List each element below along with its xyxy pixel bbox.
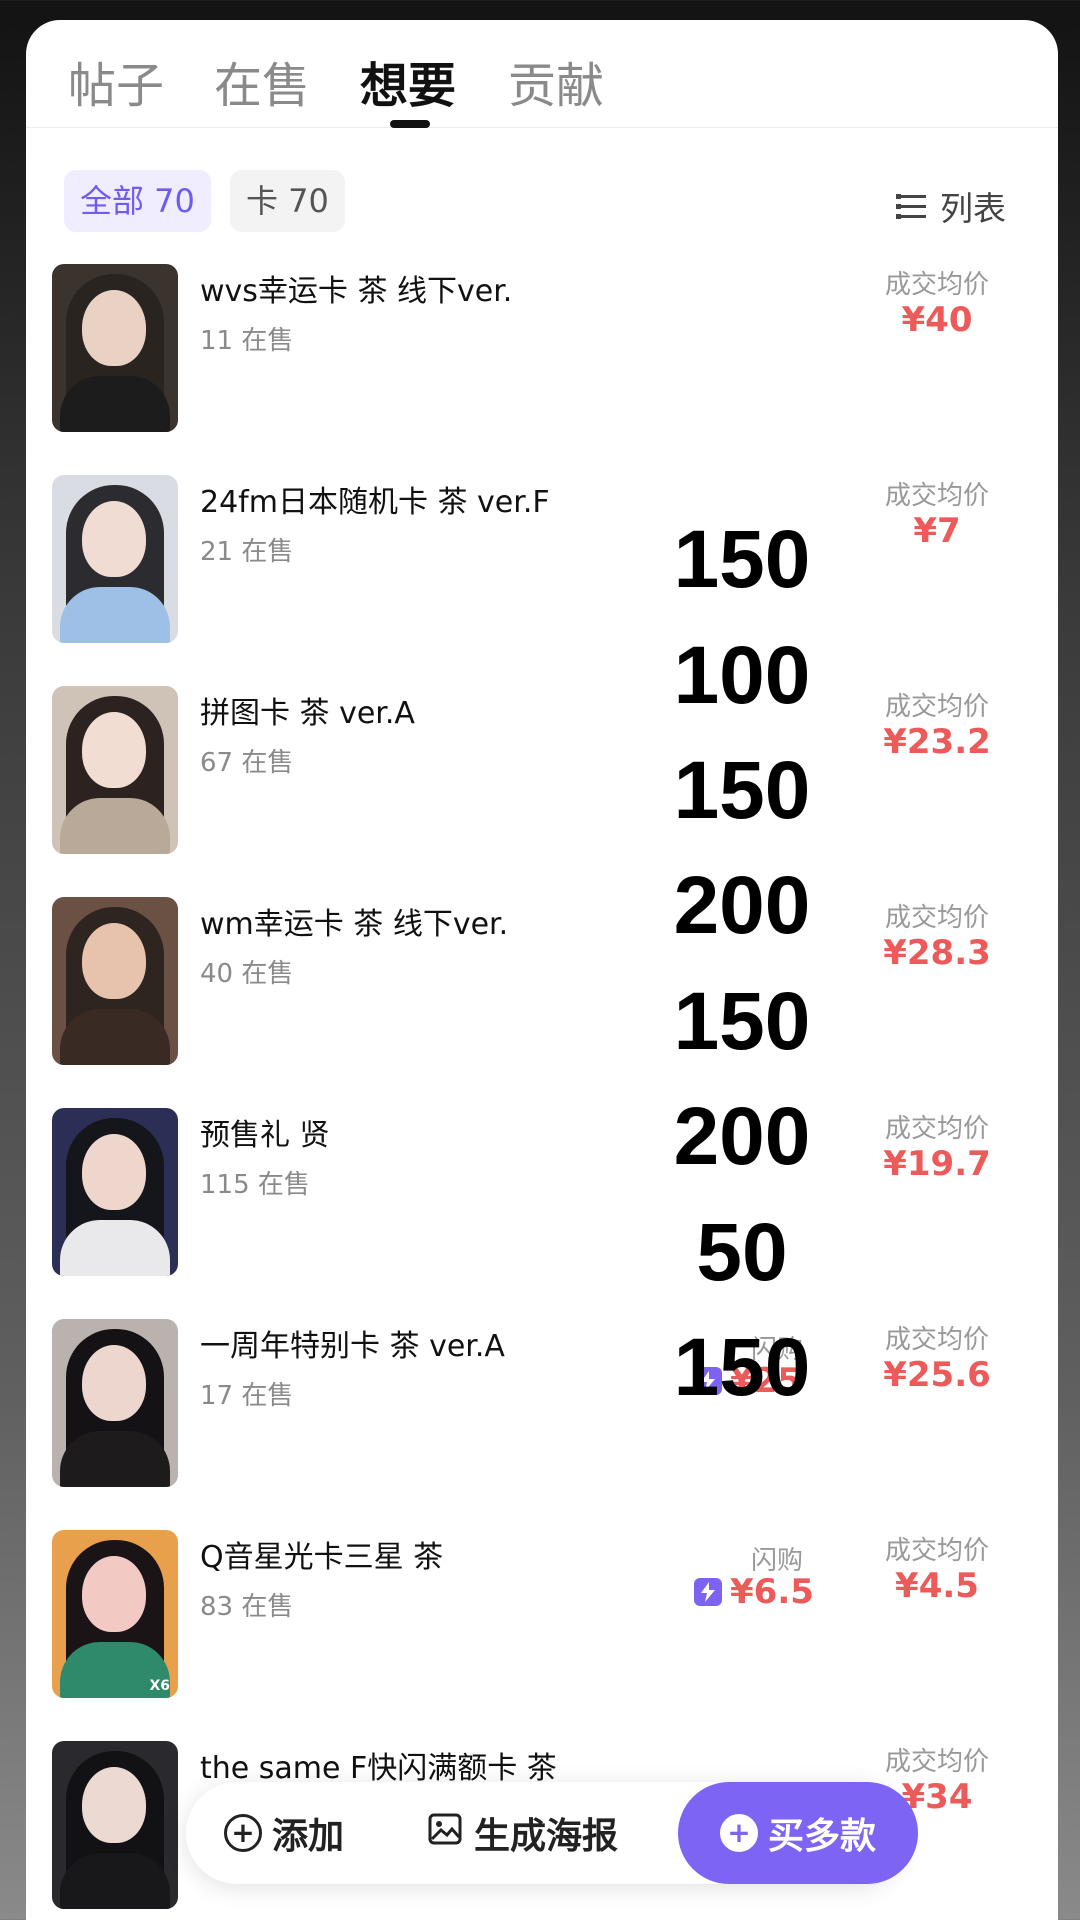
avg-price: ¥28.3 bbox=[883, 933, 991, 973]
overlay-number: 50 bbox=[696, 1207, 788, 1298]
avg-price: ¥7 bbox=[913, 511, 961, 551]
list-item[interactable]: 一周年特别卡 茶 ver.A 17 在售 闪购 ¥25 成交均价 ¥25.6 bbox=[26, 1319, 1058, 1529]
item-title: 预售礼 贤 bbox=[200, 1118, 330, 1153]
avg-price: ¥40 bbox=[901, 300, 973, 340]
overlay-number: 150 bbox=[673, 976, 811, 1067]
overlay-number: 100 bbox=[673, 630, 811, 721]
list-view-label: 列表 bbox=[940, 189, 1006, 228]
item-on-sale-count: 11 在售 bbox=[200, 326, 294, 356]
card-thumbnail bbox=[52, 897, 178, 1065]
avg-price: ¥23.2 bbox=[883, 722, 991, 762]
avg-price-label: 成交均价 bbox=[884, 270, 989, 300]
plus-circle-icon: + bbox=[719, 1814, 758, 1852]
card-thumbnail bbox=[52, 1741, 178, 1909]
active-tab-indicator bbox=[390, 120, 430, 128]
filter-chip-all[interactable]: 全部 70 bbox=[64, 170, 211, 232]
avg-price-label: 成交均价 bbox=[884, 481, 989, 511]
overlay-number: 200 bbox=[673, 1091, 811, 1182]
avg-price: ¥25.6 bbox=[883, 1355, 991, 1395]
card-thumbnail bbox=[52, 686, 178, 854]
plus-circle-icon: + bbox=[224, 1814, 262, 1852]
item-title: wvs幸运卡 茶 线下ver. bbox=[200, 274, 513, 309]
avg-price: ¥4.5 bbox=[895, 1566, 979, 1606]
list-item[interactable]: wm幸运卡 茶 线下ver. 40 在售 成交均价 ¥28.3 bbox=[26, 897, 1058, 1107]
bottom-action-bar: + 添加 生成海报 + 买多款 bbox=[186, 1782, 918, 1884]
card-tag: X6 bbox=[149, 1678, 170, 1694]
flash-price-value: ¥6.5 bbox=[730, 1572, 814, 1612]
filter-chip-card[interactable]: 卡 70 bbox=[230, 170, 345, 232]
avg-price-label: 成交均价 bbox=[884, 903, 989, 933]
avg-price-label: 成交均价 bbox=[884, 1114, 989, 1144]
avg-price-label: 成交均价 bbox=[884, 1747, 989, 1777]
item-title: 24fm日本随机卡 茶 ver.F bbox=[200, 485, 550, 520]
item-title: 一周年特别卡 茶 ver.A bbox=[200, 1329, 505, 1364]
add-button[interactable]: + 添加 bbox=[224, 1782, 344, 1884]
card-thumbnail bbox=[52, 475, 178, 643]
item-on-sale-count: 67 在售 bbox=[200, 748, 294, 778]
image-icon bbox=[428, 1813, 462, 1854]
generate-poster-button[interactable]: 生成海报 bbox=[428, 1782, 618, 1884]
tab-posts[interactable]: 帖子 bbox=[68, 56, 164, 116]
list-item[interactable]: wvs幸运卡 茶 线下ver. 11 在售 成交均价 ¥40 bbox=[26, 264, 1058, 474]
wishlist-sheet: 帖子 在售 想要 贡献 全部 70 卡 70 列表 wvs幸运卡 茶 线下ver… bbox=[26, 20, 1058, 1920]
buy-multiple-button[interactable]: + 买多款 bbox=[678, 1782, 918, 1884]
card-thumbnail bbox=[52, 264, 178, 432]
card-thumbnail bbox=[52, 1108, 178, 1276]
overlay-number: 150 bbox=[673, 514, 811, 605]
flash-sale-price[interactable]: ¥6.5 bbox=[694, 1572, 814, 1612]
tab-wanted[interactable]: 想要 bbox=[360, 56, 456, 116]
item-title: Q音星光卡三星 茶 bbox=[200, 1540, 444, 1575]
list-icon bbox=[896, 193, 926, 219]
item-on-sale-count: 115 在售 bbox=[200, 1170, 310, 1200]
avg-price: ¥19.7 bbox=[883, 1144, 991, 1184]
item-title: 拼图卡 茶 ver.A bbox=[200, 696, 415, 731]
overlay-number: 200 bbox=[673, 860, 811, 951]
list-item[interactable]: X6 Q音星光卡三星 茶 83 在售 闪购 ¥6.5 成交均价 ¥4.5 bbox=[26, 1530, 1058, 1740]
card-thumbnail: X6 bbox=[52, 1530, 178, 1698]
poster-label: 生成海报 bbox=[474, 1816, 619, 1857]
overlay-number: 150 bbox=[673, 1322, 811, 1413]
list-view-toggle[interactable]: 列表 bbox=[896, 182, 1006, 230]
avg-price-label: 成交均价 bbox=[884, 692, 989, 722]
tab-bar: 帖子 在售 想要 贡献 bbox=[26, 20, 1058, 128]
card-thumbnail bbox=[52, 1319, 178, 1487]
item-title: wm幸运卡 茶 线下ver. bbox=[200, 907, 509, 942]
lightning-icon bbox=[694, 1578, 722, 1606]
item-on-sale-count: 83 在售 bbox=[200, 1592, 294, 1622]
item-on-sale-count: 17 在售 bbox=[200, 1381, 294, 1411]
add-label: 添加 bbox=[272, 1816, 345, 1857]
list-item[interactable]: 24fm日本随机卡 茶 ver.F 21 在售 成交均价 ¥7 bbox=[26, 475, 1058, 685]
tab-contribution[interactable]: 贡献 bbox=[508, 56, 604, 116]
item-on-sale-count: 40 在售 bbox=[200, 959, 294, 989]
avg-price-label: 成交均价 bbox=[884, 1536, 989, 1566]
tab-on-sale[interactable]: 在售 bbox=[214, 56, 310, 116]
list-item[interactable]: 拼图卡 茶 ver.A 67 在售 成交均价 ¥23.2 bbox=[26, 686, 1058, 896]
list-item[interactable]: 预售礼 贤 115 在售 成交均价 ¥19.7 bbox=[26, 1108, 1058, 1318]
item-on-sale-count: 21 在售 bbox=[200, 537, 294, 567]
overlay-number: 150 bbox=[673, 745, 811, 836]
buy-label: 买多款 bbox=[767, 1816, 876, 1857]
avg-price-label: 成交均价 bbox=[884, 1325, 989, 1355]
